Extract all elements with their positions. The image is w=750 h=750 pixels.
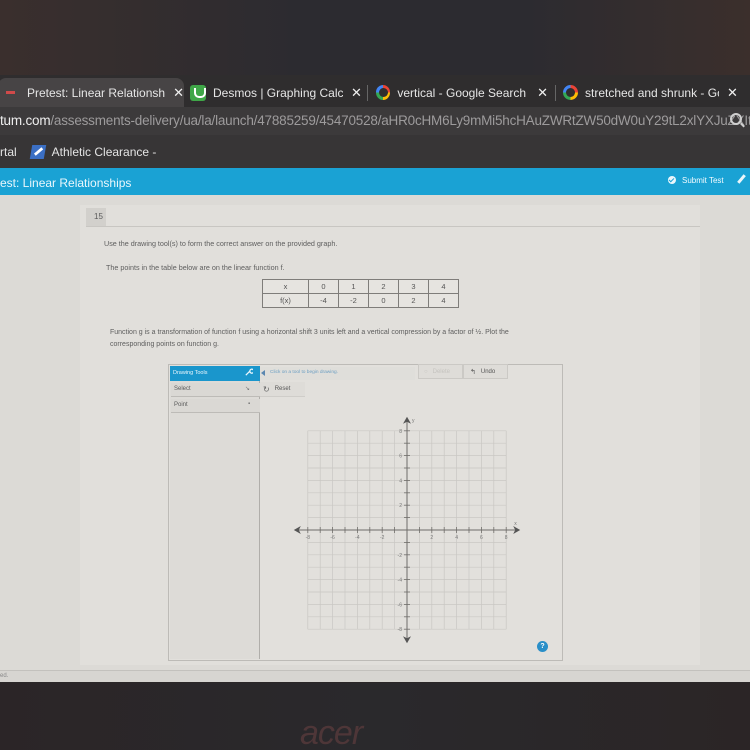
x-tick-label: -2 [380, 535, 385, 541]
table-cell: 0 [368, 293, 399, 308]
instruction-text: Use the drawing tool(s) to form the corr… [104, 239, 338, 248]
table-cell: 0 [308, 279, 339, 294]
delete-button[interactable]: ○ Delete [418, 364, 463, 379]
url-text[interactable]: tum.com/assessments-delivery/ua/la/launc… [0, 113, 750, 128]
coordinate-plane[interactable]: -8 -6 -4 -2 2 4 6 8 8 6 4 2 -2 -4 -6 -8 x y [285, 410, 530, 650]
tab-google-vertical[interactable]: vertical - Google Search ✕ [376, 78, 548, 107]
bookmark-portal[interactable]: rtal [0, 145, 17, 159]
monitor-bezel-bottom [0, 683, 750, 750]
bookmark-label: Athletic Clearance - [51, 144, 157, 159]
prompt-text-line2: corresponding points on function g. [110, 341, 219, 348]
x-tick-label: -4 [355, 535, 360, 541]
x-tick-label: 4 [455, 535, 458, 541]
x-tick-label: 2 [430, 535, 433, 541]
tab-title: vertical - Google Search [397, 85, 527, 100]
hint-text: Click on a tool to begin drawing. [260, 367, 415, 380]
tab-google-stretched[interactable]: stretched and shrunk - Goo ✕ [563, 78, 743, 107]
y-tick-label: -6 [398, 602, 403, 608]
y-axis-label: y [412, 418, 415, 424]
y-tick-label: -8 [398, 627, 403, 633]
google-icon [563, 85, 578, 100]
delete-circle-icon: ○ [424, 368, 428, 375]
footer-text: ed. [0, 673, 9, 679]
desmos-icon [190, 84, 206, 101]
table-cell: 4 [428, 293, 459, 308]
tool-label: Point [174, 402, 188, 408]
x-tick-label: -6 [330, 535, 335, 541]
question-number: 15 [86, 208, 106, 226]
pencil-icon[interactable] [737, 174, 746, 184]
tab-pretest[interactable]: Pretest: Linear Relationships ✕ [0, 78, 184, 107]
close-icon[interactable]: ✕ [727, 85, 738, 101]
table-cell: 3 [398, 279, 429, 294]
google-icon [376, 85, 391, 100]
hint-arrow-icon [261, 370, 265, 376]
tool-point[interactable]: Point [171, 399, 260, 413]
y-tick-label: 6 [399, 454, 402, 460]
red-dash-icon [6, 91, 15, 94]
tab-title: Desmos | Graphing Calculat [213, 85, 343, 100]
cursor-icon: ↘ [245, 386, 251, 392]
monitor-bezel-top [0, 0, 750, 75]
tab-title: stretched and shrunk - Goo [585, 85, 719, 100]
wrench-icon [245, 368, 253, 376]
y-tick-label: -4 [398, 578, 403, 584]
help-icon[interactable]: ? [537, 641, 548, 652]
table-row: f(x) -4 -2 0 2 4 [262, 293, 459, 308]
y-tick-label: -2 [398, 553, 403, 559]
zoom-icon[interactable] [730, 113, 742, 125]
y-tick-label: 4 [399, 478, 402, 484]
url-host: tum.com [0, 113, 51, 128]
check-circle-icon [668, 176, 676, 184]
table-cell: 2 [368, 279, 399, 294]
submit-test-button[interactable]: Submit Test [668, 171, 724, 189]
table-header-x: x [262, 279, 309, 294]
table-cell: 4 [428, 279, 459, 294]
browser-tab-strip: Pretest: Linear Relationships ✕ Desmos |… [0, 75, 750, 107]
submit-label: Submit Test [682, 175, 724, 185]
close-icon[interactable]: ✕ [351, 85, 362, 101]
x-tick-label: 8 [505, 535, 508, 541]
footer-strip: ed. [0, 670, 750, 682]
prompt-text-line1: Function g is a transformation of functi… [110, 329, 509, 336]
undo-label: Undo [480, 368, 496, 375]
close-icon[interactable]: ✕ [173, 85, 184, 101]
reset-label: Reset [274, 386, 291, 392]
table-cell: -2 [338, 293, 369, 308]
function-table: x 0 1 2 3 4 f(x) -4 -2 0 2 4 [262, 279, 459, 308]
bookmark-logo-icon [29, 144, 46, 159]
address-bar[interactable]: tum.com/assessments-delivery/ua/la/launc… [0, 107, 750, 135]
table-cell: -4 [308, 293, 339, 308]
y-tick-label: 2 [399, 503, 402, 509]
y-tick-label: 8 [399, 429, 402, 435]
undo-arrow-icon: ↰ [470, 368, 476, 376]
tab-title: Pretest: Linear Relationships [27, 85, 166, 100]
x-axis-label: x [514, 521, 517, 527]
dot-icon: ▪ [248, 401, 251, 407]
x-tick-label: 6 [480, 535, 483, 541]
assessment-title: est: Linear Relationships [0, 176, 132, 190]
table-cell: 2 [398, 293, 429, 308]
divider [86, 226, 700, 227]
brand-logo: acer [300, 714, 363, 750]
tab-separator [367, 85, 368, 101]
undo-button[interactable]: ↰ Undo [463, 364, 508, 379]
table-header-fx: f(x) [262, 293, 309, 308]
table-cell: 1 [338, 279, 369, 294]
reset-button[interactable]: ↻ Reset [260, 382, 305, 397]
close-icon[interactable]: ✕ [537, 85, 548, 101]
tab-desmos[interactable]: Desmos | Graphing Calculat ✕ [190, 78, 362, 107]
table-intro-text: The points in the table below are on the… [106, 263, 285, 272]
delete-label: Delete [432, 368, 450, 375]
url-path: /assessments-delivery/ua/la/launch/47885… [50, 113, 750, 128]
table-row: x 0 1 2 3 4 [262, 279, 459, 294]
x-tick-label: -8 [306, 535, 311, 541]
bookmark-label: rtal [0, 144, 17, 159]
refresh-icon: ↻ [263, 384, 270, 394]
bookmarks-bar: rtal Athletic Clearance - [0, 135, 750, 168]
bookmark-athletic-clearance[interactable]: Athletic Clearance - [29, 144, 157, 159]
tool-label: Select [174, 386, 191, 392]
tab-separator [555, 85, 556, 101]
app-header: est: Linear Relationships Submit Test [0, 168, 750, 195]
